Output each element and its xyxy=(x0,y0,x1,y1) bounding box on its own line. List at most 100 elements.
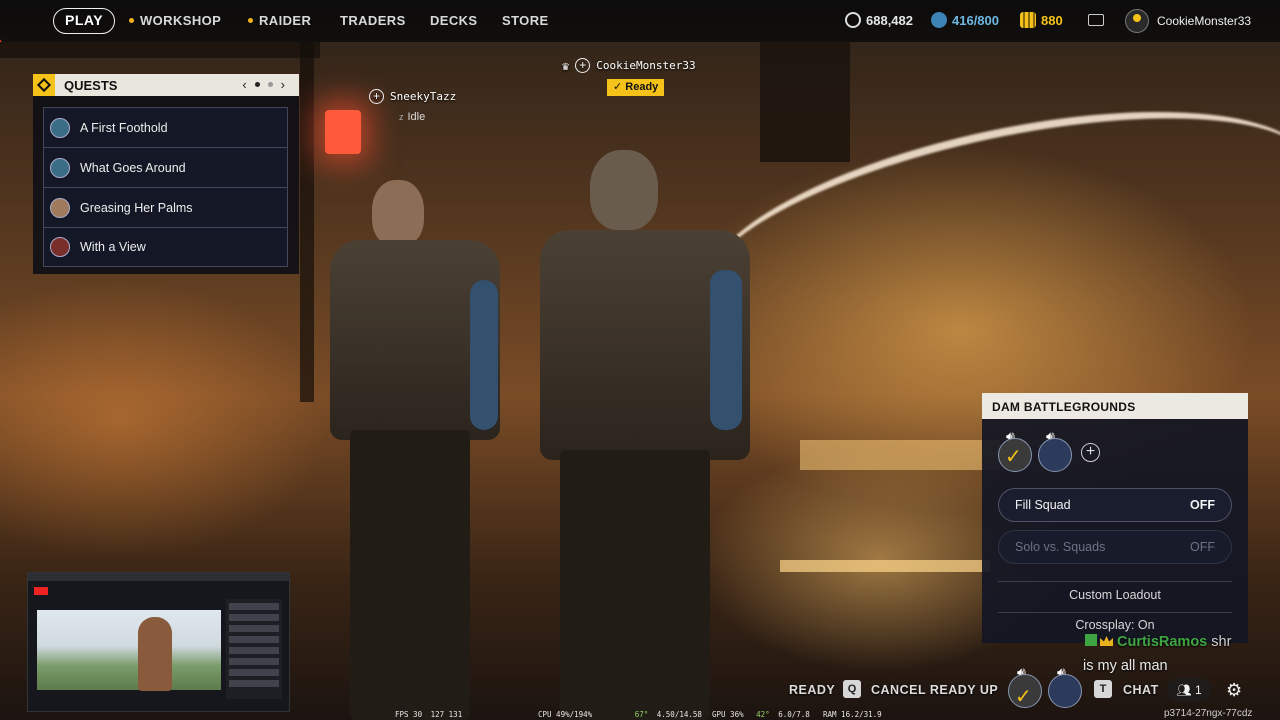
nav-traders[interactable]: TRADERS xyxy=(340,13,406,28)
quest-giver-icon xyxy=(50,117,70,138)
chat-author-name: CurtisRamos xyxy=(1117,634,1208,650)
scene-red-lamp xyxy=(325,110,361,154)
premium-counter[interactable]: 880 xyxy=(1020,12,1063,28)
sub-badge-icon xyxy=(1085,634,1097,646)
chevron-left-icon[interactable]: ‹ xyxy=(242,77,246,92)
divider xyxy=(998,581,1232,582)
capacity-icon xyxy=(931,12,947,28)
solo-vs-squads-toggle[interactable]: Solo vs. Squads OFF xyxy=(998,530,1232,564)
quest-list: A First Foothold What Goes Around Greasi… xyxy=(43,107,288,267)
mail-icon[interactable] xyxy=(1088,14,1104,26)
quest-label: Greasing Her Palms xyxy=(80,200,193,215)
key-t-icon: T xyxy=(1094,680,1112,698)
leader-name: CookieMonster33 xyxy=(596,59,696,72)
add-friend-icon[interactable]: + xyxy=(369,89,384,104)
ready-status-badge: ✓ Ready xyxy=(607,79,664,96)
osd-frametime: 127 131 xyxy=(430,710,463,719)
ready-button[interactable]: READY xyxy=(789,683,835,697)
notification-dot-icon xyxy=(248,18,253,23)
quest-item[interactable]: What Goes Around xyxy=(43,147,288,187)
member-status-label: Idle xyxy=(407,111,426,123)
video-person xyxy=(138,617,172,691)
osd-gpu-value: GPU 36% xyxy=(712,710,744,719)
nav-workshop[interactable]: WORKSHOP xyxy=(129,13,221,28)
custom-loadout-button[interactable]: Custom Loadout xyxy=(982,588,1248,602)
quest-item[interactable]: A First Foothold xyxy=(43,107,288,147)
quest-label: What Goes Around xyxy=(80,160,186,175)
nav-raider-label: RAIDER xyxy=(259,13,312,28)
osd-gpu-temp: 42° xyxy=(756,710,770,719)
scene-bar-light xyxy=(780,560,990,572)
quests-pager: ‹ › xyxy=(242,77,285,92)
webcam-capture-inset xyxy=(27,572,290,712)
inset-titlebar xyxy=(28,573,289,581)
ready-status-label: Ready xyxy=(625,81,659,93)
scene-beam xyxy=(0,42,320,58)
quest-giver-icon xyxy=(50,197,70,218)
map-title: DAM BATTLEGROUNDS xyxy=(982,393,1248,419)
video-site-logo xyxy=(34,587,48,595)
game-logo-icon xyxy=(0,0,50,42)
quest-item[interactable]: Greasing Her Palms xyxy=(43,187,288,227)
nav-decks[interactable]: DECKS xyxy=(430,13,478,28)
osd-cpu-value: CPU 49%/194% xyxy=(538,710,593,719)
nav-workshop-label: WORKSHOP xyxy=(140,13,222,28)
crossplay-status: Crossplay: On xyxy=(1075,618,1155,632)
chat-overlay-message: is my all man xyxy=(1083,658,1168,674)
quest-label: A First Foothold xyxy=(80,120,168,135)
nav-raider[interactable]: RAIDER xyxy=(248,13,311,28)
nav-store[interactable]: STORE xyxy=(502,13,549,28)
add-friend-icon[interactable]: + xyxy=(575,58,591,73)
profile-avatar[interactable] xyxy=(1125,9,1149,33)
page-dot-active xyxy=(254,82,260,87)
profile-icon xyxy=(1133,14,1141,22)
lobby-code: p3714-27ngx-77cdz xyxy=(1164,708,1253,719)
quests-panel: QUESTS ‹ › A First Foothold What Goes Ar… xyxy=(33,74,299,274)
cancel-ready-button[interactable]: CANCEL READY UP xyxy=(871,683,998,697)
checkmark-icon: ✓ xyxy=(613,81,623,93)
quest-giver-icon xyxy=(50,157,70,178)
squad-member-avatar[interactable]: 🔊︎ ✓ xyxy=(998,428,1032,472)
friends-count: 1 xyxy=(1194,683,1202,697)
play-button[interactable]: PLAY xyxy=(53,8,116,34)
leader-nameplate[interactable]: ♛ + CookieMonster33 xyxy=(562,58,696,73)
osd-gpu: GPU 36% 42° 6.0/7.8 xyxy=(712,710,810,720)
ready-check-icon: ✓ xyxy=(1005,446,1022,468)
gear-icon[interactable]: ⚙ xyxy=(1226,680,1242,701)
quest-label: With a View xyxy=(80,240,146,254)
osd-fps-value: FPS 30 xyxy=(395,710,423,719)
coins-counter[interactable]: 688,482 xyxy=(845,12,913,28)
solo-vs-squads-value: OFF xyxy=(1190,540,1215,554)
squad-member-avatar[interactable]: 🔊︎ xyxy=(1038,428,1072,472)
page-dot xyxy=(267,82,273,87)
self-avatar[interactable]: 🔊︎ ✓ xyxy=(1008,664,1042,708)
chat-author-suffix: shr xyxy=(1211,634,1232,650)
osd-vram: 6.0/7.8 xyxy=(778,710,810,719)
coins-icon xyxy=(845,12,861,28)
member-nameplate[interactable]: + SneekyTazz xyxy=(369,89,456,104)
quest-item[interactable]: With a View xyxy=(43,227,288,267)
scene-pillar xyxy=(300,42,314,402)
scene-sign-frame xyxy=(760,42,850,162)
fill-squad-toggle[interactable]: Fill Squad OFF xyxy=(998,488,1232,522)
solo-vs-squads-label: Solo vs. Squads xyxy=(1015,540,1106,554)
fill-squad-label: Fill Squad xyxy=(1015,498,1071,512)
capacity-counter[interactable]: 416/800 xyxy=(931,12,999,28)
profile-username[interactable]: CookieMonster33 xyxy=(1157,14,1251,28)
teammate-avatar[interactable]: 🔊︎ xyxy=(1048,664,1082,708)
quest-diamond-icon xyxy=(33,74,55,96)
premium-value: 880 xyxy=(1041,12,1063,28)
fill-squad-value: OFF xyxy=(1190,498,1215,512)
idle-icon: z xyxy=(399,112,404,122)
crown-icon: ♛ xyxy=(562,58,570,73)
osd-fps: FPS 30 127 131 xyxy=(395,710,462,720)
osd-cpu-temp: 67° xyxy=(634,710,649,719)
chat-button[interactable]: CHAT xyxy=(1123,683,1159,697)
friends-button[interactable]: 👥︎ 1 xyxy=(1167,678,1211,702)
add-squad-member-icon[interactable]: + xyxy=(1081,443,1100,462)
avatar xyxy=(1038,438,1072,472)
chevron-right-icon[interactable]: › xyxy=(281,77,285,92)
crown-badge-icon xyxy=(1100,636,1113,646)
avatar xyxy=(1048,674,1082,708)
notification-dot-icon xyxy=(129,18,134,23)
